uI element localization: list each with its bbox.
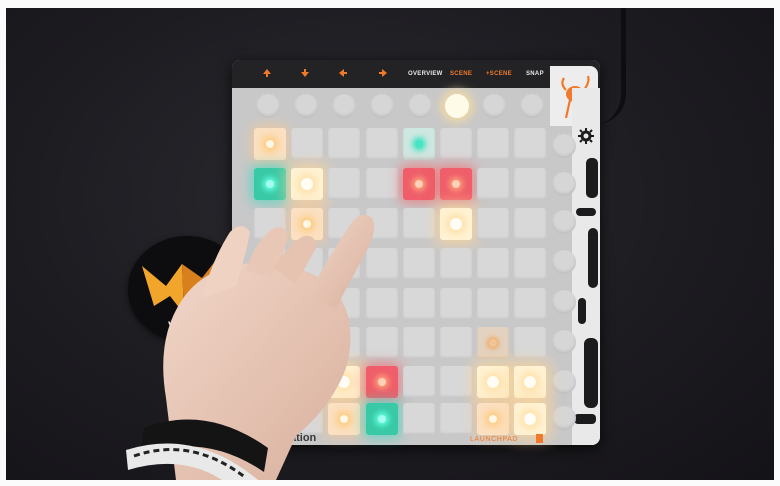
pad[interactable] (403, 366, 435, 398)
pad[interactable] (477, 403, 509, 435)
side-round-button[interactable] (552, 250, 576, 274)
pad[interactable] (514, 248, 546, 280)
side-round-button[interactable] (552, 172, 576, 196)
pad[interactable] (291, 248, 323, 280)
side-round-button[interactable] (552, 210, 576, 234)
pad[interactable] (440, 168, 472, 200)
pad[interactable] (366, 288, 398, 320)
pad[interactable] (514, 128, 546, 160)
pad[interactable] (477, 208, 509, 240)
pad[interactable] (328, 288, 360, 320)
gear-icon (578, 128, 594, 144)
pad[interactable] (366, 327, 398, 359)
pad[interactable] (291, 208, 323, 240)
sticker: VOL (128, 236, 246, 342)
pad[interactable] (440, 248, 472, 280)
launchpad-controller: OVERVIEW SCENE +SCENE SNAP ation LAUNCHP… (232, 60, 600, 445)
side-round-button[interactable] (552, 370, 576, 394)
snap-label: SNAP (526, 71, 544, 77)
pad[interactable] (403, 128, 435, 160)
pad[interactable] (366, 208, 398, 240)
pad[interactable] (328, 248, 360, 280)
pad[interactable] (477, 248, 509, 280)
side-round-button[interactable] (552, 290, 576, 314)
pad[interactable] (440, 403, 472, 435)
arrow-up-icon (263, 69, 271, 77)
side-round-button[interactable] (552, 406, 576, 430)
pad[interactable] (440, 327, 472, 359)
arrow-left-icon (339, 69, 347, 77)
top-round-button[interactable] (294, 94, 318, 118)
pad[interactable] (254, 128, 286, 160)
brand-text-right: LAUNCHPAD (470, 436, 519, 443)
pad[interactable] (328, 403, 360, 435)
pad[interactable] (477, 327, 509, 359)
top-round-button[interactable] (332, 94, 356, 118)
pad[interactable] (514, 327, 546, 359)
pad[interactable] (291, 288, 323, 320)
top-round-button[interactable] (520, 94, 544, 118)
photo-frame: VOL OVERVIEW SCENE +SCENE SNAP ation LAU… (6, 8, 774, 480)
pad[interactable] (291, 366, 323, 398)
side-round-button[interactable] (552, 134, 576, 158)
pad[interactable] (254, 403, 286, 435)
top-round-button[interactable] (370, 94, 394, 118)
pad[interactable] (366, 403, 398, 435)
pad[interactable] (514, 168, 546, 200)
pad[interactable] (291, 168, 323, 200)
pad[interactable] (366, 128, 398, 160)
pad[interactable] (291, 403, 323, 435)
overview-label: OVERVIEW (408, 71, 443, 77)
pad[interactable] (514, 403, 546, 435)
pad[interactable] (403, 168, 435, 200)
pad[interactable] (254, 208, 286, 240)
pad[interactable] (514, 288, 546, 320)
sticker-text: VOL (168, 320, 194, 332)
pad[interactable] (328, 128, 360, 160)
side-strip (572, 88, 600, 445)
top-round-button[interactable] (408, 94, 432, 118)
pad[interactable] (403, 248, 435, 280)
pad[interactable] (328, 366, 360, 398)
pad[interactable] (440, 366, 472, 398)
pad[interactable] (366, 168, 398, 200)
pad[interactable] (403, 208, 435, 240)
pad[interactable] (328, 327, 360, 359)
brand-mark (536, 434, 543, 443)
pad[interactable] (440, 128, 472, 160)
pad[interactable] (328, 208, 360, 240)
pad[interactable] (477, 288, 509, 320)
pad[interactable] (291, 327, 323, 359)
arrow-down-icon (301, 69, 309, 77)
top-round-button[interactable] (256, 94, 280, 118)
side-round-button[interactable] (552, 330, 576, 354)
pad[interactable] (366, 366, 398, 398)
pad[interactable] (514, 208, 546, 240)
pad[interactable] (254, 248, 286, 280)
plus-scene-label: +SCENE (486, 71, 512, 77)
pad[interactable] (477, 366, 509, 398)
pad[interactable] (403, 403, 435, 435)
pad[interactable] (254, 168, 286, 200)
top-round-button-lit[interactable] (445, 94, 469, 118)
scene-label: SCENE (450, 71, 473, 77)
pad[interactable] (403, 327, 435, 359)
top-round-button[interactable] (482, 94, 506, 118)
pad[interactable] (477, 168, 509, 200)
brand-text-left: ation (290, 432, 317, 444)
pad[interactable] (366, 248, 398, 280)
pad[interactable] (403, 288, 435, 320)
pad[interactable] (440, 288, 472, 320)
pad[interactable] (477, 128, 509, 160)
arrow-right-icon (379, 69, 387, 77)
pad[interactable] (328, 168, 360, 200)
control-bar: OVERVIEW SCENE +SCENE SNAP (232, 60, 600, 88)
pad[interactable] (254, 288, 286, 320)
pad[interactable] (254, 327, 286, 359)
pad[interactable] (291, 128, 323, 160)
pad[interactable] (440, 208, 472, 240)
pad[interactable] (514, 366, 546, 398)
pad[interactable] (254, 366, 286, 398)
sticker-logo-icon (142, 260, 216, 314)
